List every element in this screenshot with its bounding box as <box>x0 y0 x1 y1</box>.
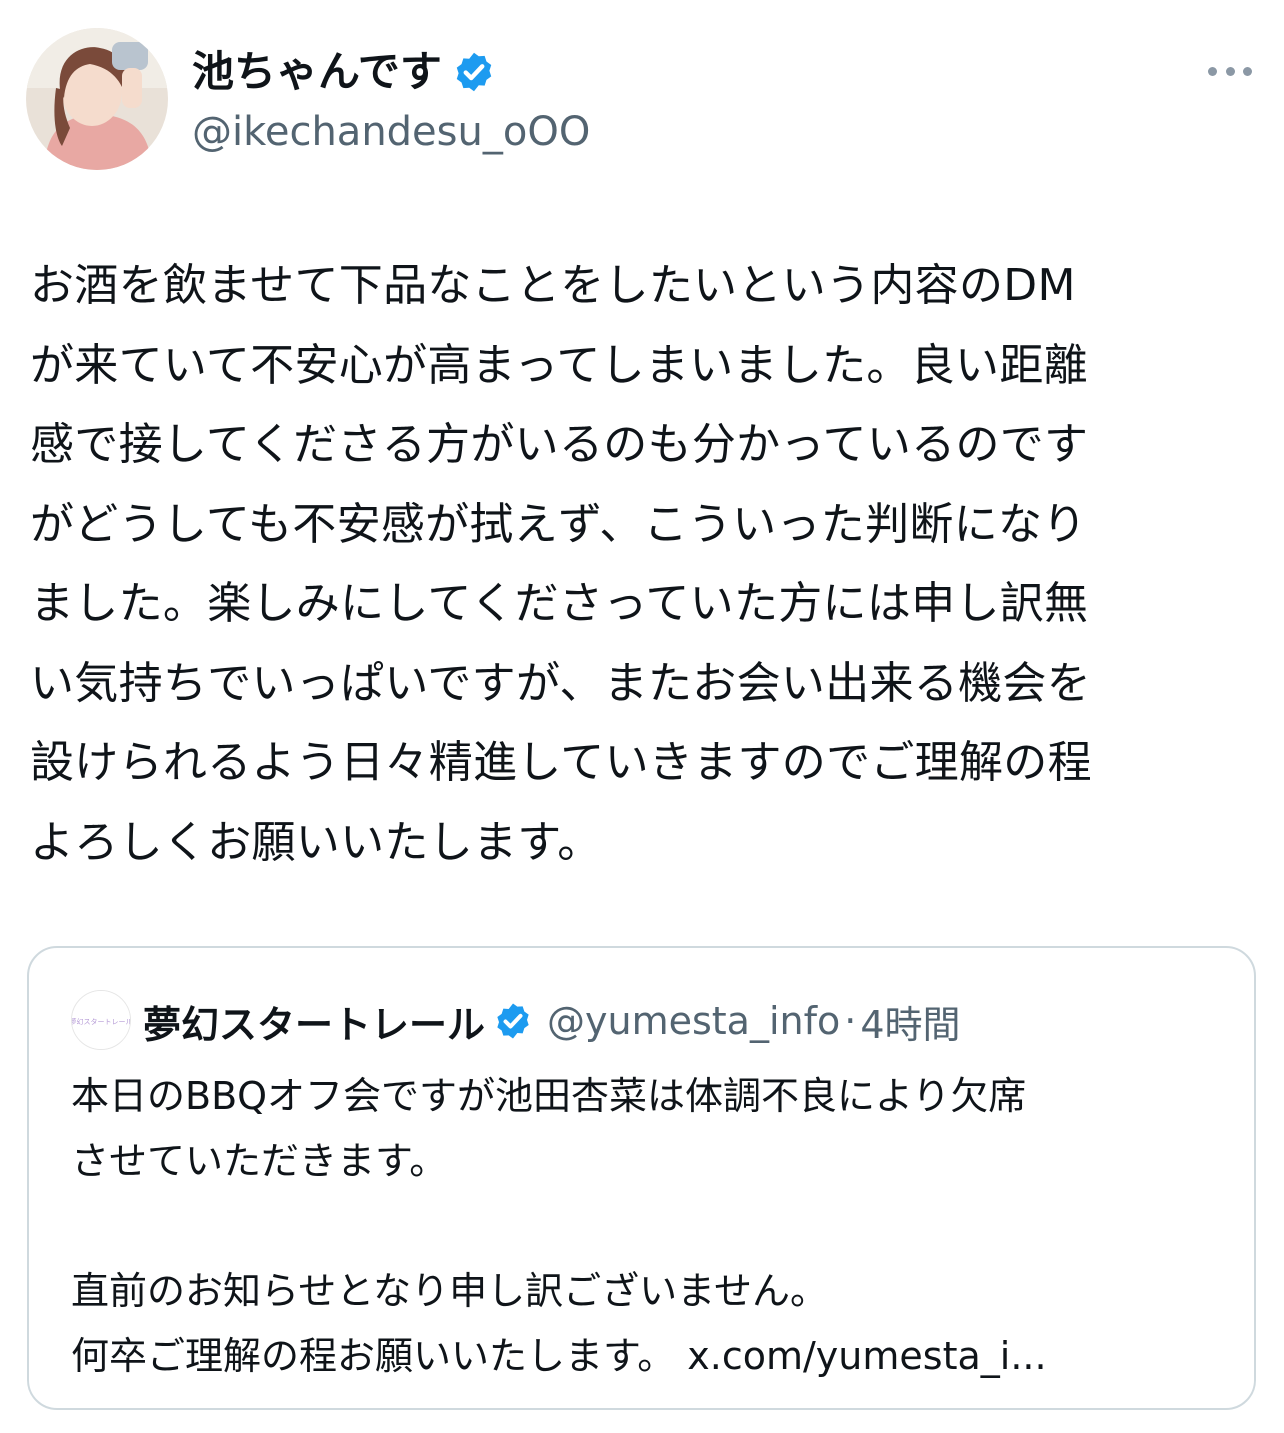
quoted-author-name[interactable]: 夢幻スタートレール <box>143 994 485 1049</box>
author-name-text: 池ちゃんです <box>192 47 442 96</box>
verified-badge-icon <box>497 1003 529 1039</box>
tweet-body: お酒を飲ませて下品なことをしたいという内容のDM が来ていて不安心が高まってしま… <box>30 260 1092 868</box>
more-horizontal-icon <box>1208 66 1217 76</box>
author-display-name[interactable]: 池ちゃんです <box>192 44 496 100</box>
quoted-author-handle[interactable]: @yumesta_info <box>547 999 840 1043</box>
quoted-tweet-body: 本日のBBQオフ会ですが池田杏菜は体調不良により欠席 させていただきます。 直前… <box>71 1074 1047 1378</box>
brand-logo: 夢幻スタートレール <box>72 991 130 1049</box>
quoted-author-avatar[interactable]: 夢幻スタートレール <box>71 990 131 1050</box>
more-options-button[interactable] <box>1208 56 1252 86</box>
author-handle[interactable]: @ikechandesu_oOO <box>192 106 590 158</box>
verified-badge-icon <box>456 52 492 92</box>
svg-text:夢幻スタートレール: 夢幻スタートレール <box>72 1017 130 1026</box>
author-avatar[interactable] <box>26 28 168 170</box>
profile-photo <box>26 28 168 170</box>
separator-dot: · <box>844 999 857 1043</box>
quoted-tweet-timestamp[interactable]: 4時間 <box>860 994 960 1049</box>
quoted-tweet-card[interactable]: 夢幻スタートレール 夢幻スタートレール @yumesta_info · 4時間 … <box>27 946 1256 1410</box>
quoted-tweet-header: 夢幻スタートレール @yumesta_info · 4時間 <box>143 992 961 1050</box>
